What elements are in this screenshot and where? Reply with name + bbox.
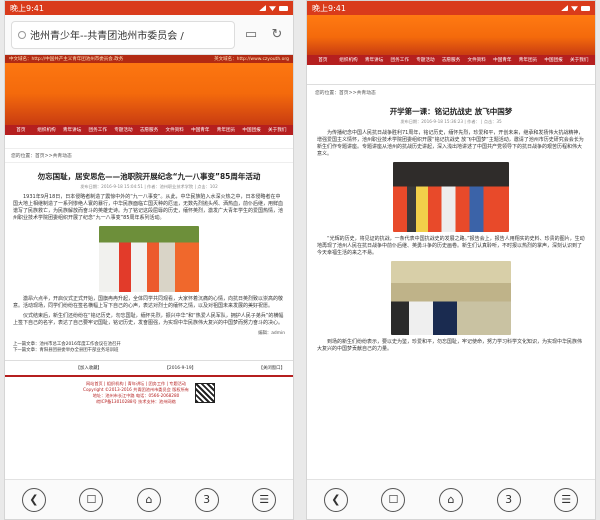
nav-item[interactable]: 专题活动 <box>111 127 137 133</box>
url-field[interactable]: 池州青少年--共青团池州市委员会 / <box>11 20 235 49</box>
sub-bar <box>307 65 595 85</box>
bookmarks-button[interactable]: ☐ <box>79 487 104 512</box>
article-paragraph: 激昂六点半，开启仪式正式开始，国旗冉冉升起，全体同学共同观看，大家怀着沉痛的心情… <box>13 296 284 309</box>
article-paragraph: 1931年9月18日，日本侵略者制造了震惊中外的“九一八事变”。从此，中华民族陷… <box>13 194 284 221</box>
add-favorite-link[interactable]: 【加入收藏】 <box>76 365 102 371</box>
status-bar: 晚上9:41 <box>307 1 595 15</box>
nav-item[interactable]: 专题活动 <box>413 57 439 63</box>
reader-mode-icon[interactable]: ▭ <box>241 25 261 45</box>
tabs-button[interactable]: 3 <box>194 487 219 512</box>
nav-item[interactable]: 关于我们 <box>566 57 592 63</box>
article: 勿忘国耻，居安思危——池职院开展纪念“九一八事变”85周年活动 发布日期：201… <box>5 163 293 340</box>
close-window-link[interactable]: 【关闭窗口】 <box>259 365 285 371</box>
nav-item[interactable]: 中国青年 <box>187 127 213 133</box>
article: 开学第一课：铭记抗战史 放飞中国梦 发布日期：2016-9-18 15:36:2… <box>307 100 595 358</box>
nav-item[interactable]: 青年团员 <box>213 127 239 133</box>
url-text: 池州青少年--共青团池州市委员会 / <box>30 31 184 42</box>
nav-item[interactable]: 青年讲坛 <box>361 57 387 63</box>
menu-button[interactable]: ☰ <box>554 487 579 512</box>
article-meta: 发布日期：2016-9-18 15:04:51 | 作者：池州职业技术学院 | … <box>80 184 218 189</box>
signal-icon <box>259 5 266 11</box>
wifi-icon <box>269 6 276 11</box>
battery-icon <box>581 5 590 11</box>
nav-item[interactable]: 团务工作 <box>387 57 413 63</box>
nav-item[interactable]: 中国团报 <box>239 127 265 133</box>
browser-toolbar: ❮ ☐ ⌂ 3 ☰ <box>5 479 293 519</box>
article-paragraph: 仪式结束后，新生们还纷纷在“铭记历史，勿忘国耻，缅怀先烈，振兴中华”和“热爱人民… <box>13 313 284 326</box>
nav-item[interactable]: 中国团报 <box>541 57 567 63</box>
status-time: 晚上9:41 <box>312 3 346 13</box>
status-bar: 晚上9:41 <box>5 1 293 15</box>
article-meta: 发布日期：2016-9-18 15:36:23 | 作者： | 点击：35 <box>400 119 502 124</box>
article-title: 开学第一课：铭记抗战史 放飞中国梦 <box>389 107 513 116</box>
nav-item[interactable]: 青年讲坛 <box>59 127 85 133</box>
nav-item[interactable]: 首页 <box>310 57 336 63</box>
wifi-icon <box>571 6 578 11</box>
article-photo <box>99 226 199 292</box>
site-nav: 首页 组织机构 青年讲坛 团务工作 专题活动 志愿服务 文件资料 中国青年 青年团员 中国团报 关于… <box>5 125 293 135</box>
back-button[interactable]: ❮ <box>21 487 46 512</box>
back-button[interactable]: ❮ <box>323 487 348 512</box>
nav-item[interactable]: 中国青年 <box>489 57 515 63</box>
article-editor: 编辑：admin <box>258 331 285 336</box>
sub-bar <box>5 135 293 149</box>
nav-item[interactable]: 组织机构 <box>34 127 60 133</box>
related-links: 上一篇文章：池州市总工会2016年度工作会议在池召开 下一篇文章：青阳县团县委举… <box>5 340 293 356</box>
page-content: 首页 组织机构 青年讲坛 团务工作 专题活动 志愿服务 文件资料 中国青年 青年团员 中国团报 关于… <box>307 15 595 479</box>
article-paragraph: “光辉的历史，将见证的抗战，一条代表中国抗战史的发展之路。”报告会上，报告人用翔… <box>317 236 585 256</box>
article-actions: 【加入收藏】 【2016-9-19】 【关闭窗口】 <box>5 360 293 375</box>
site-nav: 首页 组织机构 青年讲坛 团务工作 专题活动 志愿服务 文件资料 中国青年 青年团员 中国团报 关于… <box>307 55 595 65</box>
article-photo <box>391 261 511 335</box>
signal-icon <box>561 5 568 11</box>
page-content: 中文域名：http://中国共产主义青年团池州市委员会.政务 英文域名：http… <box>5 55 293 479</box>
article-title: 勿忘国耻，居安思危——池职院开展纪念“九一八事变”85周年活动 <box>37 172 261 181</box>
nav-item[interactable]: 青年团员 <box>515 57 541 63</box>
next-article-link[interactable]: 下一篇文章：青阳县团县委举办全县团干部业务培训班 <box>13 348 285 354</box>
site-footer: 网站首页 | 组织机构 | 青年讲坛 | 团务工作 | 专题活动 Copyrig… <box>5 375 293 409</box>
qr-code <box>194 383 215 403</box>
phone-screen-left: 晚上9:41 池州青少年--共青团池州市委员会 / ▭ ↻ 中文域名：http:… <box>4 0 294 520</box>
nav-item[interactable]: 志愿服务 <box>438 57 464 63</box>
nav-item[interactable]: 组织机构 <box>336 57 362 63</box>
banner-en-domain: 英文域名：http://www.czyouth.org <box>214 57 289 62</box>
battery-icon <box>279 5 288 11</box>
breadcrumb: 您的位置：首页>>共青动态 <box>5 149 293 163</box>
article-date: 【2016-9-19】 <box>164 366 197 371</box>
home-button[interactable]: ⌂ <box>438 487 463 512</box>
tabs-button[interactable]: 3 <box>496 487 521 512</box>
reload-icon[interactable]: ↻ <box>267 25 287 45</box>
nav-item[interactable]: 志愿服务 <box>136 127 162 133</box>
breadcrumb: 您的位置：首页>>共青动态 <box>315 91 376 96</box>
nav-item[interactable]: 文件资料 <box>464 57 490 63</box>
banner-cn-domain: 中文域名：http://中国共产主义青年团池州市委员会.政务 <box>9 57 124 62</box>
article-paragraph: 到场的新生们纷纷表示，要以史为鉴，珍爱和平，勿忘国耻，牢记使命，努力学习科学文化… <box>317 339 583 352</box>
bookmarks-button[interactable]: ☐ <box>381 487 406 512</box>
address-bar: 池州青少年--共青团池州市委员会 / ▭ ↻ <box>5 15 293 55</box>
browser-toolbar: ❮ ☐ ⌂ 3 ☰ <box>307 479 595 519</box>
nav-item[interactable]: 关于我们 <box>264 127 290 133</box>
nav-item[interactable]: 首页 <box>8 127 34 133</box>
home-button[interactable]: ⌂ <box>136 487 161 512</box>
status-time: 晚上9:41 <box>10 3 44 13</box>
article-photo <box>393 162 509 232</box>
nav-item[interactable]: 团务工作 <box>85 127 111 133</box>
article-paragraph: 为传播纪念中国人民抗日战争胜利71周年，铭记历史，缅怀先烈，珍爱和平，开创未来，… <box>317 130 584 157</box>
nav-item[interactable]: 文件资料 <box>162 127 188 133</box>
footer-line: 皖ICP备13010288号 技术支持：池州网络 <box>96 399 176 404</box>
phone-screen-right: 晚上9:41 首页 组织机构 青年讲坛 团务工作 专题活动 志愿服务 文件资料 中国青年 青年团… <box>306 0 596 520</box>
site-info-icon[interactable] <box>18 30 26 39</box>
site-banner: 中文域名：http://中国共产主义青年团池州市委员会.政务 英文域名：http… <box>5 55 293 125</box>
site-banner <box>307 15 595 55</box>
menu-button[interactable]: ☰ <box>252 487 277 512</box>
